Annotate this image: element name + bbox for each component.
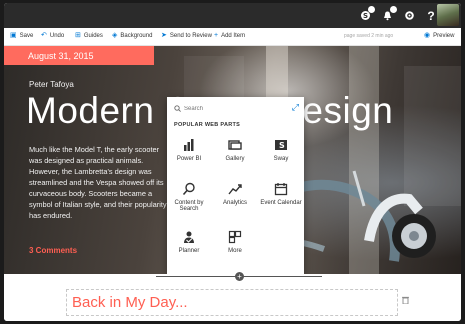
save-icon: ▣: [10, 32, 17, 39]
sharepoint-page-editor: S ? ▣ Save ↶ Undo ⊞ Guides ◈ Background: [4, 3, 461, 321]
web-part-label: Gallery: [225, 156, 245, 162]
canvas-section: Back in My Day...: [4, 274, 461, 321]
web-part-label: Event Calendar: [260, 200, 302, 206]
web-parts-panel: ⤢ POPULAR WEB PARTS Power BI Gallery S S…: [167, 97, 304, 275]
calendar-icon: [259, 181, 303, 197]
notification-badge: [390, 6, 397, 13]
undo-button[interactable]: ↶ Undo: [41, 32, 64, 39]
undo-label: Undo: [49, 32, 65, 39]
guides-button[interactable]: ⊞ Guides: [75, 32, 103, 39]
save-status: page saved 2 min ago: [344, 33, 394, 39]
analytics-icon: [213, 181, 257, 197]
command-bar: ▣ Save ↶ Undo ⊞ Guides ◈ Background ➤ Se…: [4, 28, 461, 46]
svg-text:S: S: [279, 141, 285, 150]
preview-button[interactable]: ◉ Preview: [424, 32, 454, 39]
send-to-review-label: Send to Review: [169, 32, 212, 39]
background-button[interactable]: ◈ Background: [112, 32, 152, 39]
delete-icon[interactable]: [402, 296, 409, 306]
web-part-analytics[interactable]: Analytics: [213, 181, 257, 206]
suite-bar: S ?: [4, 3, 461, 28]
web-part-power-bi[interactable]: Power BI: [167, 137, 211, 162]
send-to-review-button[interactable]: ➤ Send to Review: [161, 32, 212, 39]
web-part-more[interactable]: More: [213, 229, 257, 254]
author-name[interactable]: Peter Tafoya: [29, 80, 74, 89]
gallery-icon: [213, 137, 257, 153]
expand-icon[interactable]: ⤢: [292, 102, 299, 113]
settings-icon[interactable]: [398, 5, 420, 26]
plus-icon: +: [214, 32, 219, 39]
search-icon: [167, 181, 211, 197]
web-part-planner[interactable]: Planner: [167, 229, 211, 254]
svg-text:S: S: [362, 12, 367, 20]
eye-icon: ◉: [424, 32, 431, 39]
web-parts-search-input[interactable]: [184, 106, 284, 112]
search-icon: [174, 104, 181, 114]
power-bi-icon: [167, 137, 211, 153]
undo-icon: ↶: [41, 32, 47, 39]
guides-label: Guides: [83, 32, 103, 39]
comments-link[interactable]: 3 Comments: [29, 246, 77, 255]
popular-web-parts-heading: POPULAR WEB PARTS: [174, 122, 241, 128]
save-label: Save: [19, 32, 34, 39]
avatar[interactable]: [437, 4, 459, 26]
add-section-button[interactable]: +: [235, 272, 244, 281]
section-heading[interactable]: Back in My Day...: [66, 289, 398, 316]
web-part-content-by-search[interactable]: Content by Search: [167, 181, 211, 212]
planner-icon: [167, 229, 211, 245]
date-banner: August 31, 2015: [4, 46, 154, 65]
web-part-gallery[interactable]: Gallery: [213, 137, 257, 162]
web-part-label: Content by Search: [174, 200, 204, 212]
web-part-sway[interactable]: S Sway: [259, 137, 303, 162]
page-title-end: esign: [302, 90, 394, 131]
web-part-label: Sway: [273, 156, 289, 162]
paint-bucket-icon: ◈: [112, 32, 118, 39]
web-parts-search: [174, 103, 297, 115]
notification-badge: [368, 6, 375, 13]
add-item-label: Add Item: [221, 32, 246, 39]
notifications-icon[interactable]: [376, 5, 398, 26]
sway-icon: S: [259, 137, 303, 153]
web-part-label: Power BI: [176, 156, 202, 162]
article-body[interactable]: Much like the Model T, the early scooter…: [29, 144, 167, 221]
guides-icon: ⊞: [75, 32, 81, 39]
page-title-start: Modern S: [26, 90, 191, 131]
web-part-label: Analytics: [222, 200, 247, 206]
add-item-button[interactable]: + Add Item: [214, 32, 245, 39]
web-part-label: More: [228, 248, 242, 254]
background-label: Background: [120, 32, 153, 39]
web-part-label: Planner: [178, 248, 200, 254]
web-part-event-calendar[interactable]: Event Calendar: [259, 181, 303, 206]
preview-label: Preview: [433, 32, 455, 39]
save-button[interactable]: ▣ Save: [10, 32, 33, 39]
skype-icon[interactable]: S: [354, 5, 376, 26]
more-icon: [213, 229, 257, 245]
send-icon: ➤: [161, 32, 167, 39]
